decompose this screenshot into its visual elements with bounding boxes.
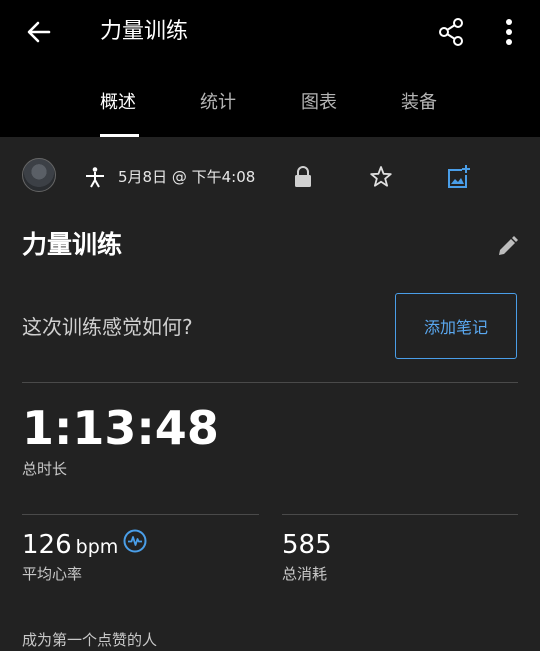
top-bar: 力量训练 概述 统计 图表 装备: [0, 0, 540, 137]
tab-stats[interactable]: 统计: [200, 90, 236, 116]
lock-icon[interactable]: [292, 165, 314, 189]
avg-heart-rate-number: 126: [22, 530, 72, 560]
activity-title: 力量训练: [22, 230, 123, 259]
share-button[interactable]: [432, 13, 470, 51]
add-photo-icon[interactable]: [446, 163, 472, 191]
tab-active-indicator: [100, 134, 139, 137]
tab-bar: 概述 统计 图表 装备: [0, 80, 540, 137]
app-bar: 力量训练: [0, 0, 540, 64]
avg-heart-rate-value: 126 bpm: [22, 528, 118, 564]
app-title: 力量训练: [100, 19, 189, 44]
duration-value: 1:13:48: [22, 401, 219, 455]
like-prompt[interactable]: 成为第一个点赞的人: [22, 629, 157, 651]
feeling-prompt: 这次训练感觉如何?: [22, 315, 193, 339]
tab-overview[interactable]: 概述: [100, 90, 136, 116]
divider: [22, 382, 518, 383]
back-button[interactable]: [20, 14, 58, 50]
duration-label: 总时长: [22, 460, 68, 478]
add-note-button[interactable]: 添加笔记: [395, 293, 517, 359]
tab-charts[interactable]: 图表: [301, 90, 337, 116]
avg-heart-rate-label: 平均心率: [22, 565, 83, 583]
calories-value: 585: [282, 530, 332, 560]
strength-activity-icon: [86, 167, 104, 188]
more-options-button[interactable]: [492, 13, 526, 51]
share-icon: [439, 18, 463, 46]
back-arrow-icon: [27, 21, 51, 43]
heart-rate-icon[interactable]: [123, 529, 147, 553]
avg-heart-rate-unit: bpm: [75, 536, 119, 558]
avatar[interactable]: [22, 158, 56, 192]
divider: [282, 514, 518, 515]
more-vertical-icon: [506, 19, 512, 45]
activity-datetime: 5月8日 @ 下午4:08: [118, 168, 256, 186]
calories-label: 总消耗: [282, 565, 328, 583]
tab-gear[interactable]: 装备: [401, 90, 437, 116]
star-icon[interactable]: [368, 164, 394, 190]
edit-pencil-icon[interactable]: [494, 234, 520, 260]
activity-meta-row: 5月8日 @ 下午4:08: [0, 155, 540, 201]
divider: [22, 514, 259, 515]
